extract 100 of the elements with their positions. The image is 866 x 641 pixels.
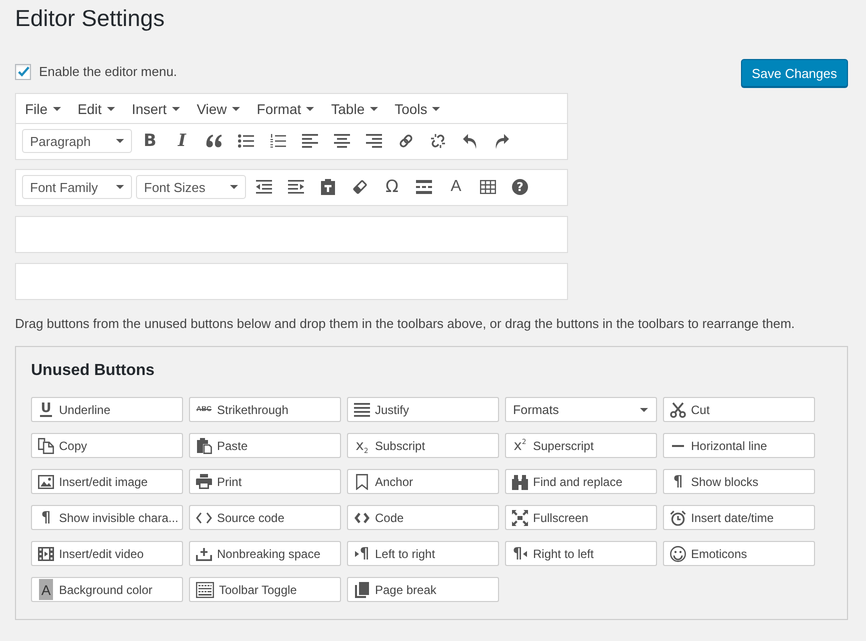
toolbar-button[interactable]: Nonbreaking space xyxy=(189,541,341,566)
menu-item[interactable]: Tools xyxy=(386,94,448,123)
toolbar-button[interactable]: U Underline xyxy=(31,397,183,422)
toolbar-button[interactable]: ¶ Show blocks xyxy=(663,469,815,494)
letter-a-icon: A xyxy=(450,179,462,195)
pilcrow-icon: ¶ xyxy=(673,474,683,489)
smiley-icon xyxy=(670,546,686,562)
help-button[interactable]: ? xyxy=(506,175,534,199)
toolbar-button[interactable]: Cut xyxy=(663,397,815,422)
printer-icon xyxy=(196,474,212,489)
pilcrow-icon: ¶ xyxy=(41,510,51,525)
caret-icon xyxy=(432,106,440,110)
toolbar-button[interactable]: Anchor xyxy=(347,469,499,494)
film-strip-icon xyxy=(38,546,54,560)
menu-item[interactable]: Insert xyxy=(122,94,188,123)
dropdown[interactable]: Font Family xyxy=(22,175,132,199)
tray-plus-icon xyxy=(196,546,212,560)
toolbar-button[interactable]: ¶ Left to right xyxy=(347,541,499,566)
redo-arrow-icon xyxy=(495,134,509,148)
toolbar-button[interactable]: ¶ Right to left xyxy=(505,541,657,566)
align-left-icon xyxy=(302,134,318,148)
toolbar-button[interactable]: x$^{2}$ Superscript xyxy=(505,433,657,458)
special-character-button[interactable]: Ω xyxy=(378,175,406,199)
chain-link-icon xyxy=(398,133,414,149)
eraser-icon xyxy=(352,179,368,195)
code-brackets-icon xyxy=(196,512,212,524)
toolbar-button[interactable]: Find and replace xyxy=(505,469,657,494)
subscript-icon: x$_{2}$ xyxy=(356,438,368,454)
checkbox[interactable] xyxy=(15,64,31,80)
toolbar-button[interactable]: Copy xyxy=(31,433,183,458)
keyboard-icon xyxy=(196,582,214,598)
caret-icon xyxy=(172,106,180,110)
code-brackets-icon xyxy=(354,512,370,524)
bold-button[interactable]: B xyxy=(136,129,164,153)
bookmark-icon xyxy=(356,474,368,490)
checkbox-label: Enable the editor menu. xyxy=(39,64,178,79)
undo-arrow-icon xyxy=(463,134,477,148)
alarm-clock-icon xyxy=(670,510,686,526)
toolbar-button[interactable]: Toolbar Toggle xyxy=(189,577,341,602)
omega-icon: Ω xyxy=(386,178,398,196)
clipboard-icon xyxy=(321,179,335,195)
align-right-icon xyxy=(366,134,382,148)
quote-marks-icon xyxy=(206,134,222,148)
binoculars-icon xyxy=(512,474,528,490)
caret-icon xyxy=(116,185,124,189)
caret-icon xyxy=(232,106,240,110)
menu-item[interactable]: Table xyxy=(322,94,386,123)
toolbar-button[interactable]: Page break xyxy=(347,577,499,602)
toolbar-button[interactable]: Emoticons xyxy=(663,541,815,566)
clipboard-icon xyxy=(196,438,212,454)
caret-icon xyxy=(230,185,238,189)
image-icon xyxy=(38,474,54,488)
superscript-icon: x$^{2}$ xyxy=(514,438,526,454)
toolbar-button[interactable]: Paste xyxy=(189,433,341,458)
toolbar-button[interactable]: Justify xyxy=(347,397,499,422)
caret-icon xyxy=(370,106,378,110)
broken-chain-icon xyxy=(430,133,446,149)
toolbar-button[interactable]: Insert/edit image xyxy=(31,469,183,494)
toolbar-button[interactable]: x$_{2}$ Subscript xyxy=(347,433,499,458)
toolbar-button[interactable]: Insert date/time xyxy=(663,505,815,530)
toolbar-button[interactable]: Print xyxy=(189,469,341,494)
dropdown[interactable]: Formats xyxy=(505,397,657,422)
dropdown[interactable]: Paragraph xyxy=(22,129,132,153)
toolbar-button[interactable]: A Background color xyxy=(31,577,183,602)
caret-icon xyxy=(52,106,61,110)
instructions-text: Drag buttons from the unused buttons below and drop them in the toolbars above, or drag the buttons in the toolbars to rearrange them. xyxy=(15,315,796,333)
toolbar-button[interactable]: Code xyxy=(347,505,499,530)
caret-icon xyxy=(306,106,314,110)
dropdown[interactable]: Font Sizes xyxy=(136,175,246,199)
horizontal-line-icon xyxy=(672,444,684,446)
bulleted-list-icon xyxy=(238,134,254,148)
bold-icon: B xyxy=(144,132,156,150)
fullscreen-icon xyxy=(512,510,528,526)
table-icon xyxy=(480,180,496,194)
caret-icon xyxy=(116,139,124,143)
numbered-list-icon xyxy=(270,134,286,148)
toolbar-button[interactable]: Fullscreen xyxy=(505,505,657,530)
pages-icon xyxy=(355,582,369,598)
menu-item[interactable]: Format xyxy=(248,94,322,123)
copy-icon xyxy=(38,438,54,454)
dashed-divider-icon xyxy=(416,180,432,194)
menu-item[interactable]: View xyxy=(188,94,248,123)
menu-item[interactable]: Edit xyxy=(68,94,123,123)
letter-a-icon: A xyxy=(39,579,53,600)
toolbar-button[interactable]: ¶ Show invisible chara... xyxy=(31,505,183,530)
menu-item[interactable]: File xyxy=(16,94,69,123)
italic-icon: I xyxy=(176,132,188,150)
toolbar-button[interactable]: Horizontal line xyxy=(663,433,815,458)
justify-icon xyxy=(354,402,370,416)
caret-icon xyxy=(640,408,648,412)
toolbar-button[interactable]: Insert/edit video xyxy=(31,541,183,566)
toolbar-button[interactable]: Source code xyxy=(189,505,341,530)
italic-button[interactable]: I xyxy=(168,129,196,153)
scissors-icon xyxy=(670,402,686,418)
help-icon: ? xyxy=(512,179,528,195)
page-title: Editor Settings xyxy=(15,4,165,33)
indent-icon xyxy=(288,180,304,194)
text-color-button[interactable]: A xyxy=(442,175,470,199)
align-center-icon xyxy=(334,134,350,148)
save-button[interactable]: Save Changes xyxy=(740,59,848,87)
